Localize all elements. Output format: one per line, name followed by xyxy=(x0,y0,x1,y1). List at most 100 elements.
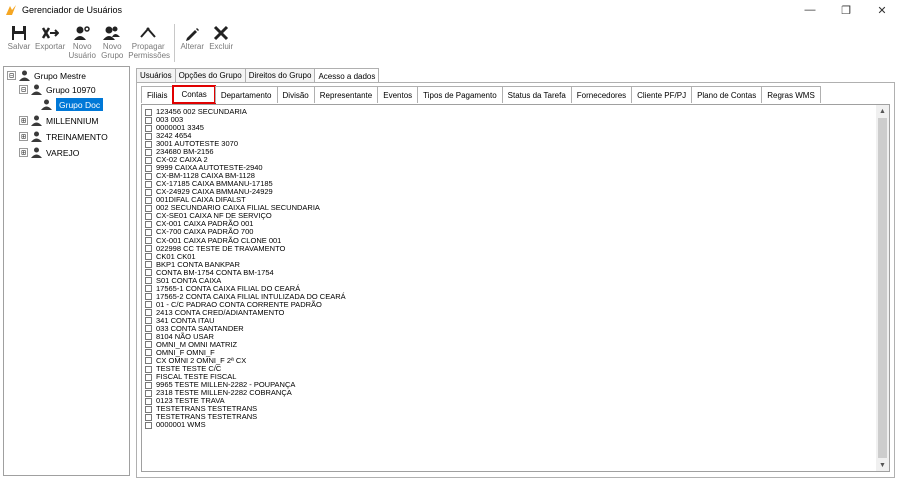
account-checkbox[interactable] xyxy=(145,317,152,325)
tab-divisao[interactable]: Divisão xyxy=(276,86,315,103)
export-button[interactable]: Exportar xyxy=(35,20,65,51)
account-checkbox[interactable] xyxy=(145,293,152,301)
tab-departamento[interactable]: Departamento xyxy=(214,86,278,103)
account-checklist-item[interactable]: CX-001 CAIXA PADRÃO 001 xyxy=(145,220,875,228)
account-checklist-item[interactable]: CX-24929 CAIXA BMMANU-24929 xyxy=(145,188,875,196)
tab-direitos-do-grupo[interactable]: Direitos do Grupo xyxy=(244,68,316,82)
save-button[interactable]: Salvar xyxy=(6,20,32,51)
account-checkbox[interactable] xyxy=(145,164,152,172)
tab-fornecedores[interactable]: Fornecedores xyxy=(570,86,633,103)
tab-cliente-pf-pj[interactable]: Cliente PF/PJ xyxy=(631,86,693,103)
account-checkbox[interactable] xyxy=(145,269,152,277)
minimize-button[interactable]: — xyxy=(792,0,828,20)
tab-opcoes-do-grupo[interactable]: Opções do Grupo xyxy=(174,68,246,82)
account-checkbox[interactable] xyxy=(145,204,152,212)
tab-contas[interactable]: Contas xyxy=(172,85,216,104)
account-checklist-item[interactable]: 3242 4654 xyxy=(145,132,875,140)
account-checklist-item[interactable]: 234680 BM-2156 xyxy=(145,148,875,156)
tab-regras-wms[interactable]: Regras WMS xyxy=(761,86,821,103)
account-checkbox[interactable] xyxy=(145,253,152,261)
account-checklist-item[interactable]: CONTA BM-1754 CONTA BM-1754 xyxy=(145,268,875,277)
account-checkbox[interactable] xyxy=(145,381,152,389)
account-checklist-item[interactable]: 8104 NÃO USAR xyxy=(145,332,875,341)
account-checkbox[interactable] xyxy=(145,285,152,293)
account-checkbox[interactable] xyxy=(145,196,152,204)
tab-tipos-de-pagamento[interactable]: Tipos de Pagamento xyxy=(417,86,503,103)
account-checkbox[interactable] xyxy=(145,373,152,381)
account-checkbox[interactable] xyxy=(145,156,152,164)
account-checklist-item[interactable]: CX-SE01 CAIXA NF DE SERVIÇO xyxy=(145,212,875,220)
tab-usuarios[interactable]: Usuários xyxy=(136,68,176,82)
maximize-button[interactable]: ❐ xyxy=(828,0,864,20)
account-checkbox[interactable] xyxy=(145,132,152,140)
new-group-button[interactable]: Novo Grupo xyxy=(99,20,125,60)
account-checkbox[interactable] xyxy=(145,245,152,253)
account-checklist-item[interactable]: 0000001 WMS xyxy=(145,421,875,429)
account-checklist-item[interactable]: OMNI_F OMNI_F xyxy=(145,348,875,357)
expand-toggle[interactable]: ⊞ xyxy=(19,132,28,141)
tab-filiais[interactable]: Filiais xyxy=(141,86,174,103)
account-checklist-item[interactable]: TESTETRANS TESTETRANS xyxy=(145,413,875,421)
group-tree[interactable]: ⊟ Grupo Mestre ⊟ Grupo 10970 Grupo Doc ⊞… xyxy=(3,66,130,476)
account-checklist-item[interactable]: 2413 CONTA CRED/ADIANTAMENTO xyxy=(145,308,875,317)
close-button[interactable]: ✕ xyxy=(864,0,900,20)
collapse-toggle[interactable]: ⊟ xyxy=(7,71,16,80)
account-checkbox[interactable] xyxy=(145,277,152,285)
tab-representante[interactable]: Representante xyxy=(313,86,379,103)
scrollbar-thumb[interactable] xyxy=(878,118,887,458)
account-checkbox[interactable] xyxy=(145,228,152,236)
account-checkbox[interactable] xyxy=(145,325,152,333)
expand-toggle[interactable]: ⊞ xyxy=(19,148,28,157)
tree-node-millennium[interactable]: ⊞ MILLENNIUM xyxy=(19,114,98,127)
account-checkbox[interactable] xyxy=(145,108,152,116)
vertical-scrollbar[interactable]: ▲ ▼ xyxy=(876,105,889,471)
account-checkbox[interactable] xyxy=(145,188,152,196)
scroll-up-arrow-icon[interactable]: ▲ xyxy=(876,105,889,117)
account-checkbox[interactable] xyxy=(145,365,152,373)
tree-node-root[interactable]: ⊟ Grupo Mestre xyxy=(7,69,86,82)
account-checkbox[interactable] xyxy=(145,405,152,413)
account-checkbox[interactable] xyxy=(145,413,152,421)
collapse-toggle[interactable]: ⊟ xyxy=(19,85,28,94)
expand-toggle[interactable]: ⊞ xyxy=(19,116,28,125)
tab-status-da-tarefa[interactable]: Status da Tarefa xyxy=(501,86,572,103)
account-checklist-item[interactable]: 3001 AUTOTESTE 3070 xyxy=(145,140,875,148)
tab-plano-de-contas[interactable]: Plano de Contas xyxy=(691,86,763,103)
tree-node-treinamento[interactable]: ⊞ TREINAMENTO xyxy=(19,130,108,143)
account-checkbox[interactable] xyxy=(145,212,152,220)
account-checkbox[interactable] xyxy=(145,180,152,188)
tree-node-varejo[interactable]: ⊞ VAREJO xyxy=(19,146,79,159)
tab-acesso-a-dados[interactable]: Acesso a dados xyxy=(314,68,380,83)
account-checkbox[interactable] xyxy=(145,397,152,405)
account-checkbox[interactable] xyxy=(145,116,152,124)
account-checkbox[interactable] xyxy=(145,261,152,269)
account-checklist-item[interactable]: 022998 CC TESTE DE TRAVAMENTO xyxy=(145,244,875,253)
account-checklist-item[interactable]: OMNI_M OMNI MATRIZ xyxy=(145,340,875,349)
account-checkbox[interactable] xyxy=(145,389,152,397)
edit-button[interactable]: Alterar xyxy=(179,20,205,51)
account-checkbox[interactable] xyxy=(145,333,152,341)
account-checkbox[interactable] xyxy=(145,140,152,148)
account-checkbox[interactable] xyxy=(145,421,152,429)
account-checklist-item[interactable]: CK01 CK01 xyxy=(145,252,875,261)
tree-node-selected[interactable]: Grupo Doc xyxy=(41,98,104,111)
account-checklist-item[interactable]: CX OMNI 2 OMNI_F 2ª CX xyxy=(145,356,875,365)
account-checklist-item[interactable]: 003 003 xyxy=(145,116,875,124)
account-checkbox[interactable] xyxy=(145,301,152,309)
account-checklist-item[interactable]: 123456 002 SECUNDARIA xyxy=(145,108,875,116)
account-checkbox[interactable] xyxy=(145,172,152,180)
account-checkbox[interactable] xyxy=(145,237,152,245)
delete-button[interactable]: Excluir xyxy=(208,20,234,51)
accounts-checklist[interactable]: 123456 002 SECUNDARIA 003 003 0000001 3345… xyxy=(141,104,890,472)
tree-node-group[interactable]: ⊟ Grupo 10970 xyxy=(19,83,96,96)
account-checklist-item[interactable]: 033 CONTA SANTANDER xyxy=(145,324,875,333)
new-user-button[interactable]: Novo Usuário xyxy=(68,20,96,60)
account-checklist-item[interactable]: 2318 TESTE MILLEN-2282 COBRANÇA xyxy=(145,389,875,397)
account-checklist-item[interactable]: TESTE TESTE C/C xyxy=(145,365,875,373)
account-checkbox[interactable] xyxy=(145,124,152,132)
scroll-down-arrow-icon[interactable]: ▼ xyxy=(876,459,889,471)
account-checklist-item[interactable]: 0000001 3345 xyxy=(145,124,875,132)
account-checkbox[interactable] xyxy=(145,349,152,357)
propagate-button[interactable]: Propagar Permissões xyxy=(128,20,170,60)
account-checklist-item[interactable]: 341 CONTA ITAU xyxy=(145,316,875,325)
